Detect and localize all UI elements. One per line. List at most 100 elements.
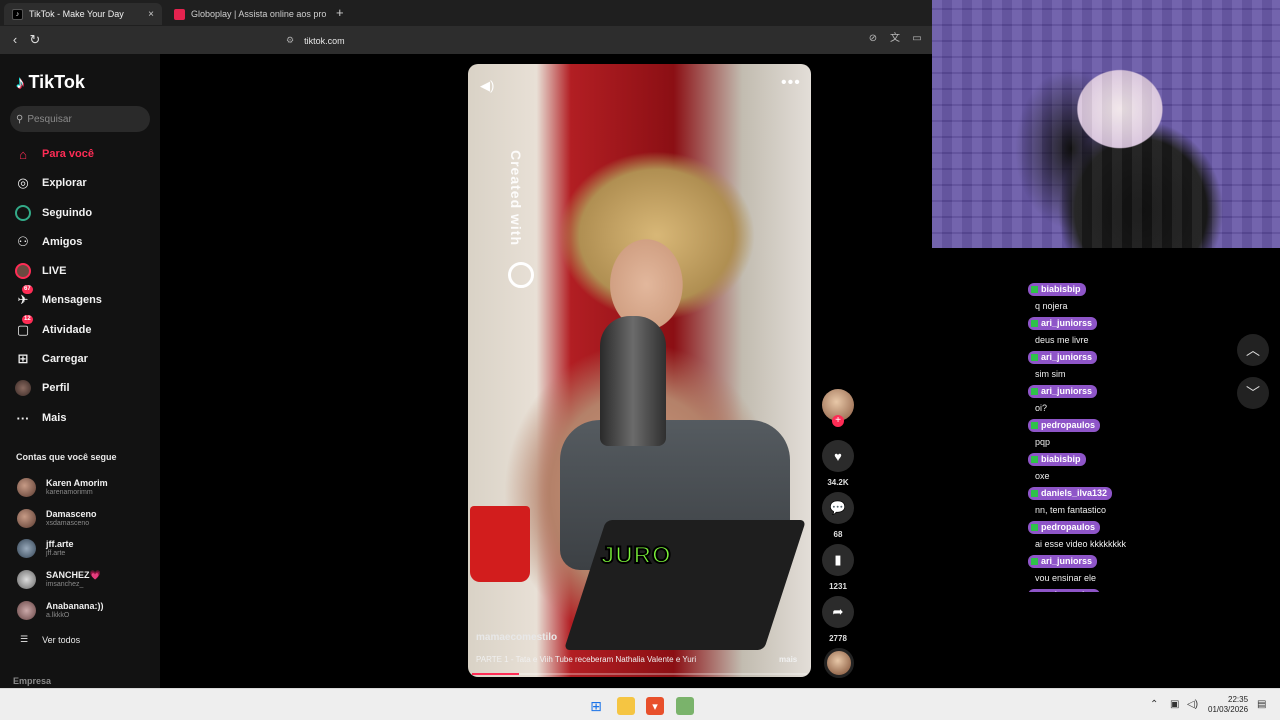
search-input[interactable]: ⚲ Pesquisar xyxy=(10,106,150,132)
url-field[interactable]: ⚙ tiktok.com xyxy=(280,32,866,49)
windows-start-icon[interactable]: ⊞ xyxy=(587,697,605,715)
nav-item-carregar[interactable]: ⊞ Carregar xyxy=(14,348,88,370)
nav-label: Explorar xyxy=(42,177,87,189)
video-progress-bar[interactable] xyxy=(472,673,807,675)
nav-item-explorar[interactable]: ◎ Explorar xyxy=(14,172,87,194)
new-tab-button[interactable]: + xyxy=(336,5,344,20)
tab-tiktok[interactable]: ♪ TikTok - Make Your Day × xyxy=(4,3,162,25)
nav-item-mais[interactable]: ··· Mais xyxy=(14,407,67,429)
network-icon[interactable]: ▣ xyxy=(1170,699,1179,710)
more-options-icon[interactable]: ••• xyxy=(781,74,801,92)
followed-account[interactable]: SANCHEZ💗 imsanchez_ xyxy=(17,567,101,591)
chat-badge-icon xyxy=(1031,388,1038,395)
chat-username: ari_juniorss xyxy=(1028,317,1098,330)
nav-label: Para você xyxy=(42,148,94,160)
previous-video-button[interactable]: ︿ xyxy=(1237,334,1269,366)
chevron-down-icon: ﹀ xyxy=(1246,385,1260,401)
chat-username: pedropaulos xyxy=(1028,521,1101,534)
share-icon: ➦ xyxy=(822,596,854,628)
notification-icon[interactable]: ▤ xyxy=(1257,699,1266,710)
nav-item-amigos[interactable]: ⚇ Amigos xyxy=(14,231,82,253)
save-button[interactable]: ▮ 1231 xyxy=(822,544,854,591)
friends-icon: ⚇ xyxy=(17,234,29,249)
chat-badge-icon xyxy=(1031,456,1038,463)
messages-badge: 67 xyxy=(22,285,33,294)
footer-empresa-link[interactable]: Empresa xyxy=(13,676,51,686)
nav-item-perfil[interactable]: Perfil xyxy=(14,377,70,399)
browser-tab-bar: ♪ TikTok - Make Your Day × Globoplay | A… xyxy=(0,0,932,26)
chat-badge-icon xyxy=(1031,524,1038,531)
translate-icon[interactable]: 文 xyxy=(888,32,902,46)
nav-item-live[interactable]: LIVE xyxy=(14,260,66,282)
comment-button[interactable]: 💬 68 xyxy=(822,492,854,539)
username-text: pedropaulos xyxy=(1041,420,1096,430)
account-handle: jff.arte xyxy=(46,549,66,557)
see-all-link[interactable]: ☰ Ver todos xyxy=(20,634,80,645)
brave-browser-icon[interactable]: ▾ xyxy=(646,697,664,715)
share-button[interactable]: ➦ 2778 xyxy=(822,596,854,643)
video-description: PARTE 1 - Tata e Viih Tube receberam Nat… xyxy=(476,655,697,664)
sidebar-toggle-icon[interactable]: ▭ xyxy=(910,32,924,46)
chat-username: biabisbip xyxy=(1028,453,1086,466)
nav-label: Atividade xyxy=(42,324,92,336)
nav-item-atividade[interactable]: ▢ 12 Atividade xyxy=(14,315,92,341)
nav-label: Carregar xyxy=(42,353,88,365)
site-settings-icon[interactable]: ⚙ xyxy=(286,35,294,46)
chat-text: ai esse video kkkkkkkk xyxy=(1035,539,1127,549)
followed-account[interactable]: Karen Amorim karenamorimm xyxy=(17,475,108,499)
account-name: jff.arte xyxy=(46,538,74,549)
tab-title: TikTok - Make Your Day xyxy=(29,9,124,19)
nav-label: Mensagens xyxy=(42,294,102,306)
avatar xyxy=(17,538,36,558)
followed-account[interactable]: Anabanana:)) a.lkkkO xyxy=(17,598,104,622)
list-icon: ☰ xyxy=(20,634,29,644)
username-text: ari_juniorss xyxy=(1041,352,1093,362)
tray-chevron-icon[interactable]: ⌃ xyxy=(1150,699,1158,710)
followed-account[interactable]: jff.arte jff.arte xyxy=(17,536,74,560)
chat-message: pedropaulos xyxy=(1028,586,1188,592)
search-icon: ⚲ xyxy=(16,113,24,125)
tab-globoplay[interactable]: Globoplay | Assista online aos progra... xyxy=(166,3,326,25)
video-frame-laptop xyxy=(563,520,807,650)
volume-icon[interactable]: ◀) xyxy=(480,78,494,94)
video-progress-fill xyxy=(472,673,519,675)
chat-message: pedropaulos pqp xyxy=(1028,416,1188,450)
next-video-button[interactable]: ﹀ xyxy=(1237,377,1269,409)
tiktok-logo[interactable]: ♪ TikTok xyxy=(16,72,85,93)
account-name: SANCHEZ💗 xyxy=(46,569,101,580)
chat-text: oxe xyxy=(1035,471,1050,481)
follow-plus-icon[interactable]: + xyxy=(832,415,844,427)
system-clock[interactable]: 22:35 01/03/2026 xyxy=(1208,695,1248,715)
reader-icon[interactable]: ⊘ xyxy=(866,32,880,46)
description-more-link[interactable]: mais xyxy=(779,655,797,664)
logo-text: TikTok xyxy=(28,72,85,92)
nav-label: Perfil xyxy=(42,382,70,394)
chat-username: ari_juniorss xyxy=(1028,385,1098,398)
back-icon[interactable]: ‹ xyxy=(7,32,23,48)
nav-item-mensagens[interactable]: ✈ 67 Mensagens xyxy=(14,285,102,311)
followed-account[interactable]: Damasceno xsdamasceno xyxy=(17,506,97,530)
more-icon: ··· xyxy=(16,410,30,426)
like-count: 34.2K xyxy=(827,478,849,487)
nav-item-para-voce[interactable]: ⌂ Para você xyxy=(14,143,94,165)
live-icon xyxy=(14,262,32,280)
chat-badge-icon xyxy=(1031,422,1038,429)
music-disc-avatar[interactable] xyxy=(824,648,854,678)
app-icon[interactable] xyxy=(676,697,694,715)
chat-badge-icon xyxy=(1031,490,1038,497)
like-button[interactable]: ♥ 34.2K xyxy=(822,440,854,487)
chat-text: sim sim xyxy=(1035,369,1066,379)
chat-message: biabisbip q nojera xyxy=(1028,280,1188,314)
avatar xyxy=(17,508,36,528)
following-icon xyxy=(14,204,32,222)
username-text: pedropaulos xyxy=(1041,590,1095,592)
close-tab-icon[interactable]: × xyxy=(148,9,154,20)
video-author[interactable]: mamaecomestilo xyxy=(476,632,557,643)
volume-tray-icon[interactable]: ◁) xyxy=(1187,699,1198,710)
chat-username: daniels_ilva132 xyxy=(1028,487,1113,500)
reload-icon[interactable]: ↻ xyxy=(27,32,43,48)
file-explorer-icon[interactable] xyxy=(617,697,635,715)
chat-badge-icon xyxy=(1031,354,1038,361)
chat-message: daniels_ilva132 nn, tem fantastico xyxy=(1028,484,1188,518)
nav-item-seguindo[interactable]: Seguindo xyxy=(14,202,92,224)
